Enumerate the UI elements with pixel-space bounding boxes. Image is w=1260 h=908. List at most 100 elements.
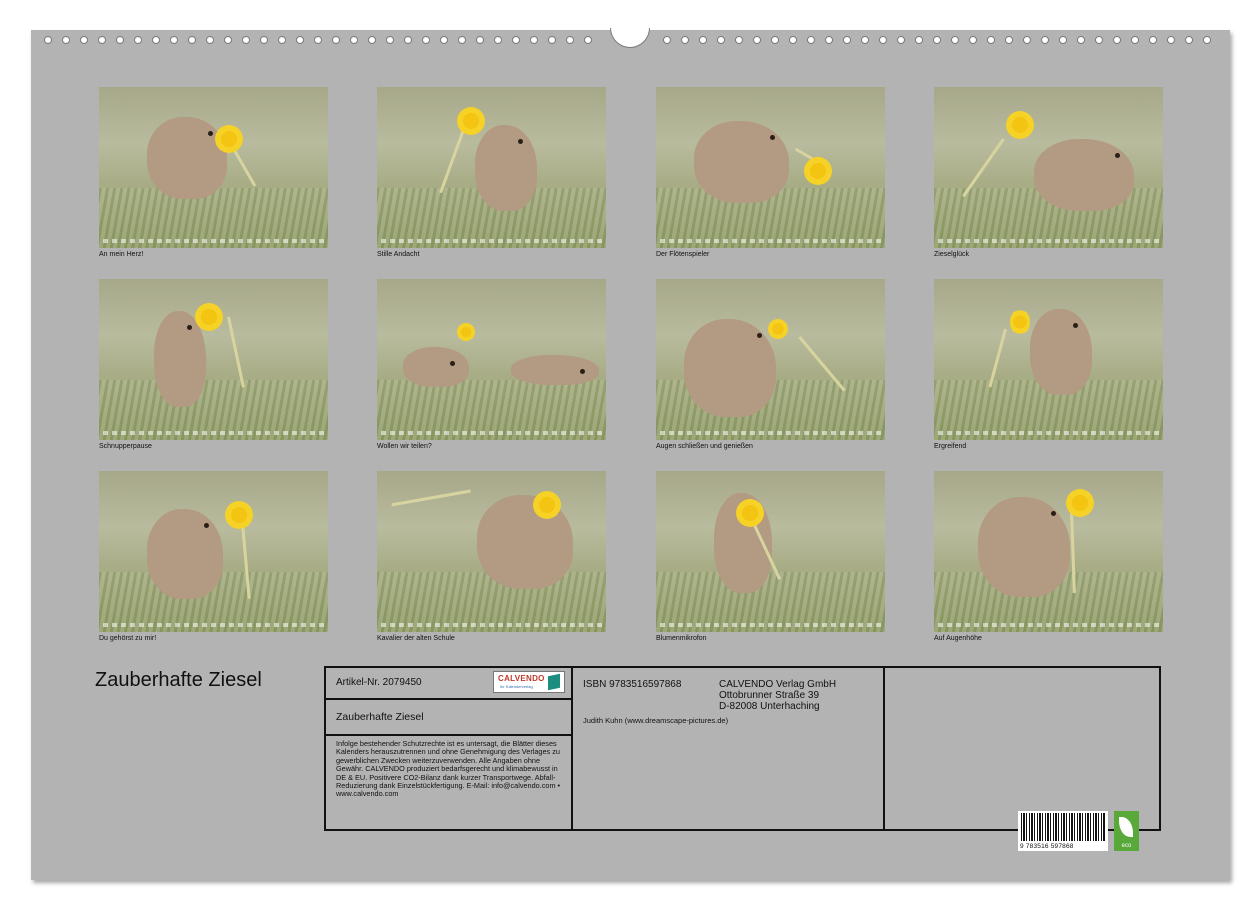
binding-hole [548,36,556,44]
binding-hole [404,36,412,44]
product-title: Zauberhafte Ziesel [336,711,424,723]
binding-hole [62,36,70,44]
binding-hole [476,36,484,44]
month-caption: Kavalier der alten Schule [377,635,455,642]
binding-hole [422,36,430,44]
binding-hole [951,36,959,44]
binding-hole [771,36,779,44]
publisher-name: CALVENDO Verlag GmbH [719,679,837,690]
month-caption: Zieselglück [934,251,970,258]
month-caption: Der Flötenspieler [656,251,710,258]
leaf-icon [1119,817,1133,837]
imprint-box: Artikel-Nr. 2079450 CALVENDO Ihr Kalende… [324,666,1161,851]
month-caption: Schnupperpause [99,443,152,450]
eco-badge: eco [1114,811,1139,851]
month-tile-1: An mein Herz! [99,87,328,259]
month-tile-2: Stille Andacht [377,87,606,259]
binding-hole [681,36,689,44]
binding-hole [260,36,268,44]
binding-hole [1005,36,1013,44]
month-tile-3: Der Flötenspieler [656,87,885,259]
article-cell: Artikel-Nr. 2079450 CALVENDO Ihr Kalende… [326,668,571,700]
binding-hole [1131,36,1139,44]
month-photo [377,87,606,248]
publisher-street: Ottobrunner Straße 39 [719,690,820,701]
binding-hole [1095,36,1103,44]
month-photo [377,279,606,440]
binding-hole [1113,36,1121,44]
squirrel-figure [684,319,776,417]
month-caption: An mein Herz! [99,251,144,258]
dandelion-flower [195,303,223,331]
dandelion-flower [1006,111,1034,139]
binding-hole [1077,36,1085,44]
squirrel-figure [475,125,537,211]
binding-hole [530,36,538,44]
calendar-sheet: An mein Herz! Stille Andacht Der Flötens… [31,28,1230,880]
binding-hole [969,36,977,44]
article-number: Artikel-Nr. 2079450 [336,677,422,688]
logo-icon [548,673,560,691]
binding-hole [314,36,322,44]
author-credit: Judith Kuhn (www.dreamscape-pictures.de) [583,716,729,725]
squirrel-figure [403,347,469,387]
binding-hole [116,36,124,44]
binding-hole [44,36,52,44]
dandelion-flower [215,125,243,153]
barcode-digits: 9 783516 597868 [1020,843,1074,850]
binding-hole [206,36,214,44]
month-tile-8: Ergreifend [934,279,1163,451]
binding-hole [152,36,160,44]
binding-hole [134,36,142,44]
squirrel-figure [1030,309,1092,395]
imprint-column-left: Artikel-Nr. 2079450 CALVENDO Ihr Kalende… [326,668,573,829]
month-tile-7: Augen schließen und genießen [656,279,885,451]
month-tile-10: Kavalier der alten Schule [377,471,606,643]
month-photo [377,471,606,632]
binding-hole [350,36,358,44]
month-photo [656,87,885,248]
month-caption: Auf Augenhöhe [934,635,982,642]
binding-hole [1149,36,1157,44]
binding-hole [1203,36,1211,44]
month-photo [934,279,1163,440]
binding-hole [699,36,707,44]
month-tile-6: Wollen wir teilen? [377,279,606,451]
month-photo [99,279,328,440]
binding-hole [80,36,88,44]
binding-hole [494,36,502,44]
month-caption: Augen schließen und genießen [656,443,753,450]
dandelion-flower [225,501,253,529]
calvendo-logo: CALVENDO Ihr Kalenderverlag [493,671,565,693]
eco-label: eco [1121,843,1132,849]
binding-hole [861,36,869,44]
binding-hole [933,36,941,44]
month-photo [934,87,1163,248]
month-photo [656,279,885,440]
binding-hole [386,36,394,44]
month-tile-11: Blumenmikrofon [656,471,885,643]
binding-hole [717,36,725,44]
binding-hole [1167,36,1175,44]
binding-hole [663,36,671,44]
squirrel-figure [511,355,599,385]
binding-hole [332,36,340,44]
squirrel-figure [694,121,789,203]
binding-hole [825,36,833,44]
dandelion-flower [768,319,788,339]
squirrel-figure [147,509,223,599]
binding-hole [879,36,887,44]
month-photo [656,471,885,632]
logo-wordmark: CALVENDO [498,674,545,683]
month-caption: Ergreifend [934,443,967,450]
binding-hole [1185,36,1193,44]
binding-hole [368,36,376,44]
logo-subtitle: Ihr Kalenderverlag [500,684,533,689]
barcode-bars [1021,813,1105,841]
binding-hole [1041,36,1049,44]
calendar-title: Zauberhafte Ziesel [95,669,262,691]
dandelion-flower [1066,489,1094,517]
binding-hole [1059,36,1067,44]
month-tile-5: Schnupperpause [99,279,328,451]
binding-hole [1023,36,1031,44]
